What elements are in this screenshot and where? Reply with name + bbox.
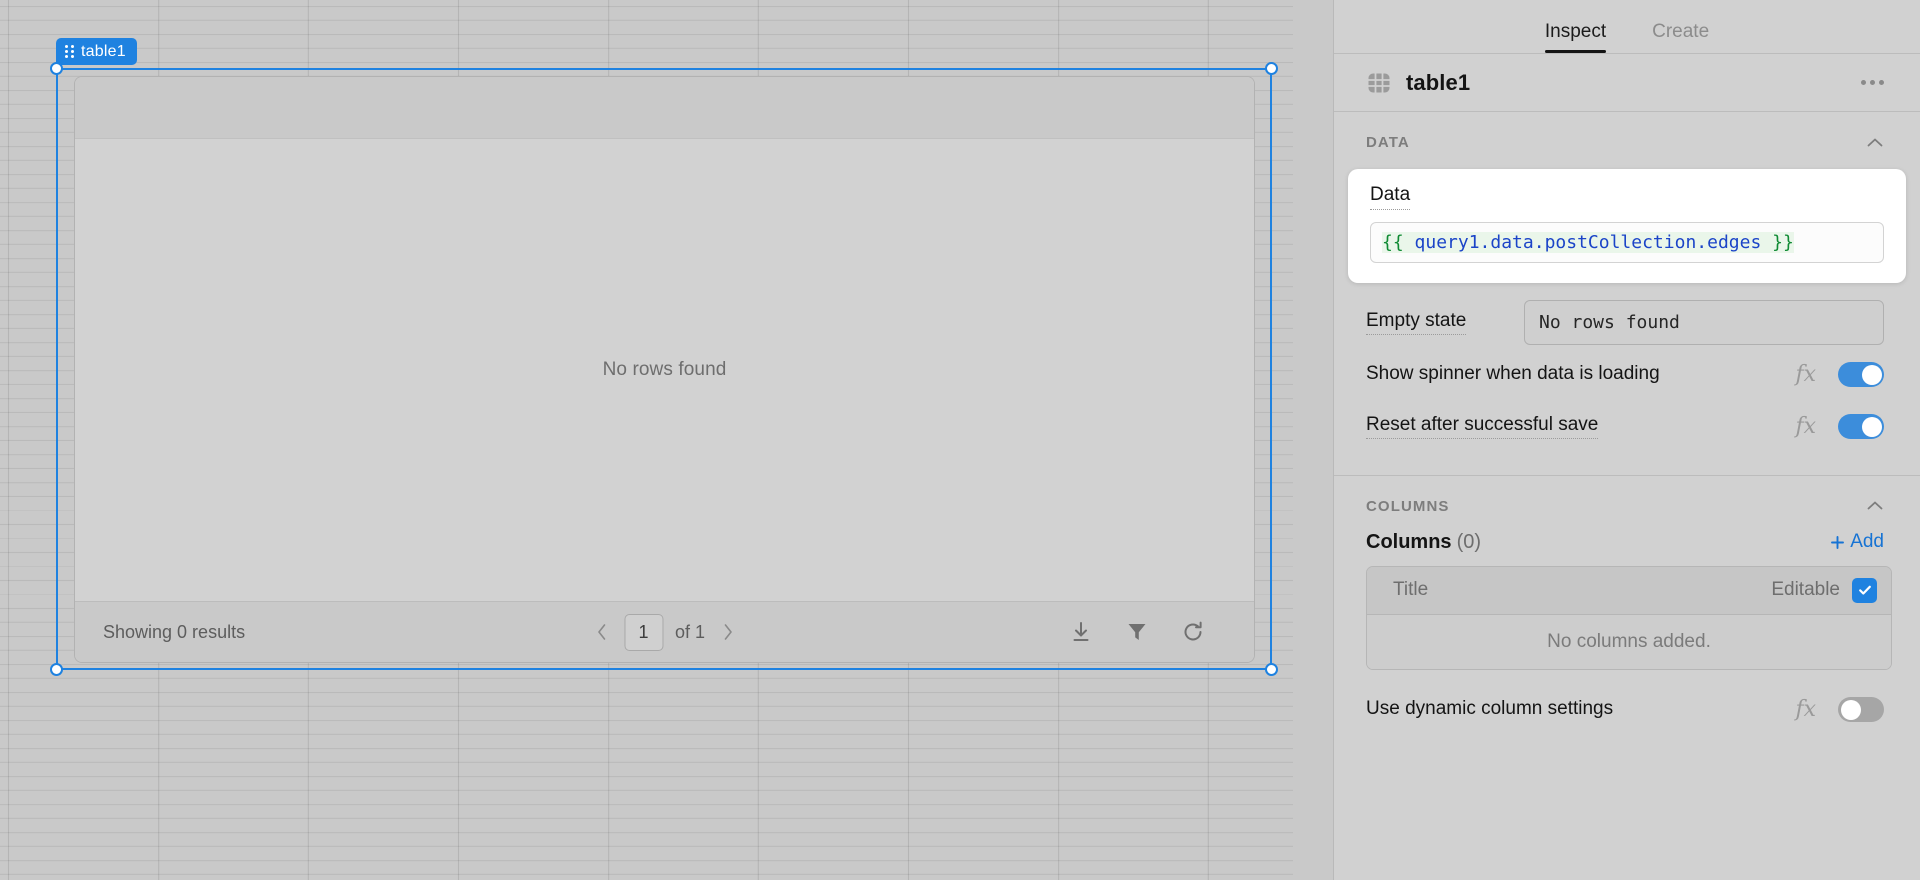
canvas-right-gutter [1293, 0, 1333, 880]
chevron-up-icon[interactable] [1866, 137, 1884, 149]
add-column-label: Add [1850, 531, 1884, 553]
resize-handle-top-right[interactable] [1265, 62, 1278, 75]
tab-create-label: Create [1652, 21, 1710, 42]
inspector-content: DATA Data {{ query1.data.postCollection.… [1334, 112, 1920, 880]
inspector-panel: Inspect Create table1 DATA Data {{query… [1333, 0, 1920, 880]
table-grid-icon [1366, 70, 1392, 96]
editable-checkbox[interactable] [1852, 577, 1877, 603]
page-total-label: of 1 [674, 621, 706, 642]
tab-inspect[interactable]: Inspect [1544, 21, 1607, 53]
table-results-count: Showing 0 results [103, 621, 246, 642]
code-expression: query1.data.postCollection.edges [1403, 231, 1773, 253]
add-column-button[interactable]: Add [1830, 531, 1884, 553]
columns-table-header: Title Editable [1367, 566, 1891, 615]
empty-state-input[interactable]: No rows found [1524, 300, 1884, 346]
data-expression-input[interactable]: {{ query1.data.postCollection.edges }} [1370, 221, 1884, 263]
app-root: table1 No rows found Showing 0 results 1… [0, 0, 1920, 880]
data-field-card[interactable]: Data {{ query1.data.postCollection.edges… [1348, 169, 1906, 283]
show-spinner-label: Show spinner when data is loading [1366, 362, 1660, 384]
columns-count: (0) [1456, 530, 1482, 553]
columns-list-header: Columns (0) Add [1334, 529, 1920, 566]
code-brace-close: }} [1772, 231, 1794, 253]
section-title-data: DATA [1366, 134, 1410, 151]
plus-icon [1831, 535, 1845, 549]
resize-handle-bottom-left[interactable] [50, 663, 63, 676]
dynamic-column-settings-row: Use dynamic column settings fx [1334, 684, 1920, 736]
reset-after-save-toggle[interactable] [1838, 414, 1884, 440]
section-header-data[interactable]: DATA [1334, 112, 1920, 165]
table-footer: Showing 0 results 1 of 1 [75, 601, 1254, 662]
inspector-tabs: Inspect Create [1334, 0, 1920, 54]
table-widget[interactable]: No rows found Showing 0 results 1 of 1 [74, 76, 1255, 663]
show-spinner-row: Show spinner when data is loading fx [1334, 349, 1920, 401]
selection-badge-label: table1 [81, 42, 126, 60]
section-header-columns[interactable]: COLUMNS [1334, 476, 1920, 529]
empty-state-row: Empty state No rows found [1334, 297, 1920, 349]
tab-create[interactable]: Create [1652, 21, 1709, 53]
dynamic-column-settings-toggle[interactable] [1838, 697, 1884, 723]
fx-icon-show-spinner[interactable]: fx [1795, 362, 1816, 387]
reset-after-save-label: Reset after successful save [1366, 414, 1599, 440]
show-spinner-toggle[interactable] [1838, 362, 1884, 388]
chevron-up-icon[interactable] [1866, 500, 1884, 512]
fx-icon-reset-after-save[interactable]: fx [1795, 414, 1816, 439]
drag-handle-icon[interactable] [65, 45, 74, 58]
chevron-left-icon[interactable] [590, 617, 612, 647]
table-pagination: 1 of 1 [590, 613, 739, 651]
code-brace-open: {{ [1382, 231, 1404, 253]
data-field-label: Data [1370, 184, 1411, 210]
app-canvas[interactable]: table1 No rows found Showing 0 results 1… [0, 0, 1333, 880]
table-footer-actions [1068, 619, 1232, 645]
download-icon[interactable] [1068, 619, 1094, 645]
columns-col-editable: Editable [1771, 579, 1840, 601]
table-body: No rows found [75, 139, 1254, 601]
columns-table: Title Editable No columns added. [1366, 565, 1892, 670]
columns-empty-message-row: No columns added. [1367, 614, 1891, 669]
chevron-right-icon[interactable] [717, 617, 739, 647]
component-name: table1 [1406, 69, 1471, 95]
fx-icon-dynamic-columns[interactable]: fx [1795, 697, 1816, 722]
section-title-columns: COLUMNS [1366, 497, 1450, 515]
table-header-band [75, 77, 1254, 139]
columns-col-title: Title [1393, 579, 1429, 601]
selection-badge[interactable]: table1 [56, 38, 137, 65]
refresh-icon[interactable] [1180, 619, 1206, 645]
inspector-component-header: table1 [1334, 54, 1920, 112]
more-horizontal-icon[interactable] [1861, 80, 1884, 85]
check-icon [1858, 586, 1871, 595]
table-empty-message: No rows found [602, 359, 727, 380]
reset-after-save-row: Reset after successful save fx [1334, 401, 1920, 453]
filter-icon[interactable] [1124, 619, 1150, 645]
resize-handle-bottom-right[interactable] [1265, 663, 1278, 676]
empty-state-label: Empty state [1366, 310, 1467, 336]
tab-inspect-label: Inspect [1544, 21, 1607, 42]
page-number-input[interactable]: 1 [623, 613, 663, 651]
columns-title: Columns [1366, 530, 1452, 553]
columns-empty-message: No columns added. [1547, 630, 1711, 652]
dynamic-column-settings-label: Use dynamic column settings [1366, 697, 1614, 719]
